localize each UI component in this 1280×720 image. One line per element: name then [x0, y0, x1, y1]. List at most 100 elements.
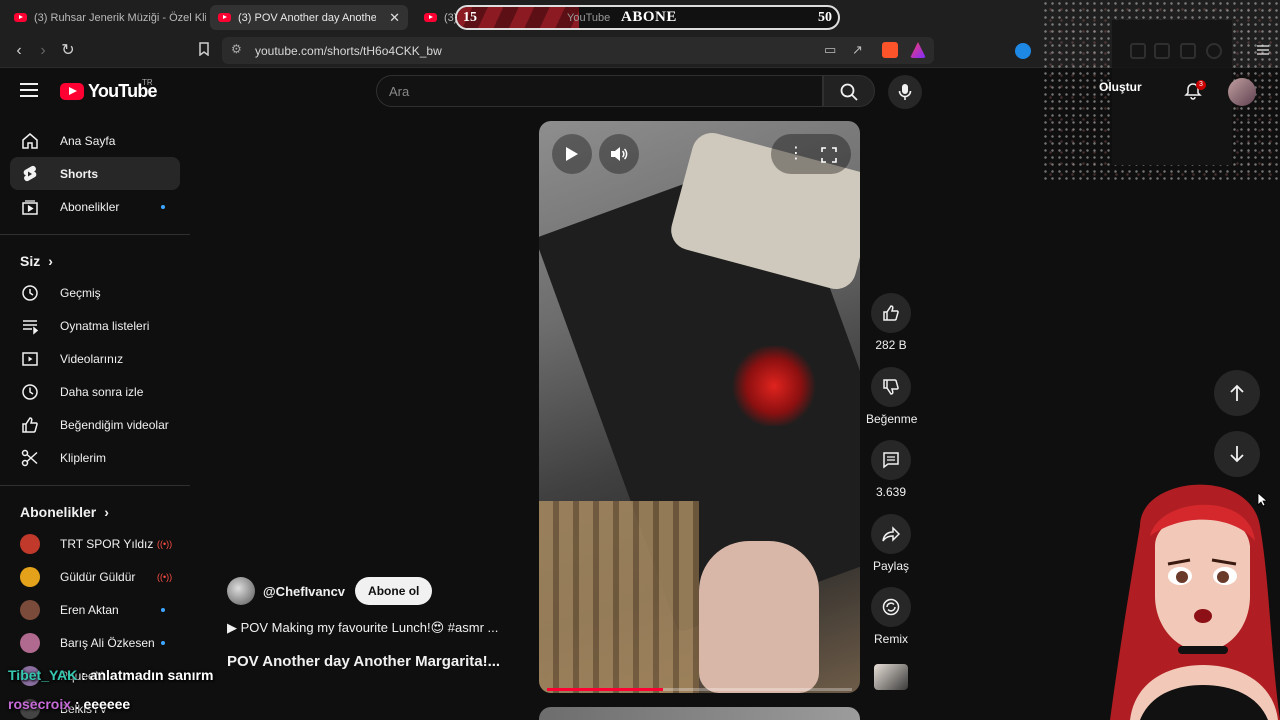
- sidebar-item-label: Kliplerim: [60, 450, 107, 465]
- sidebar-item-label: Daha sonra izle: [60, 384, 144, 399]
- sidebar-item-subscriptions[interactable]: Abonelikler: [10, 190, 180, 223]
- live-indicator-icon: ((•)): [157, 571, 173, 582]
- sidebar-item-playlists[interactable]: Oynatma listeleri: [10, 309, 180, 342]
- sidebar-item-clips[interactable]: Kliplerim: [10, 441, 180, 474]
- new-content-dot: [161, 607, 165, 612]
- brave-rewards-icon[interactable]: [910, 42, 926, 58]
- next-short-preview[interactable]: [539, 707, 860, 720]
- country-code: TR: [142, 78, 153, 87]
- fullscreen-icon[interactable]: [821, 147, 837, 163]
- back-icon[interactable]: ‹: [10, 42, 28, 60]
- share-page-icon[interactable]: ↗: [852, 42, 863, 58]
- sidebar-subscription-item[interactable]: Barış Ali Özkesen: [10, 626, 180, 659]
- watch-later-icon: [20, 382, 40, 402]
- chat-username: Tibet_YAK: [8, 667, 78, 683]
- more-options-icon[interactable]: ⋮: [788, 143, 804, 163]
- section-title: Siz: [20, 253, 41, 269]
- chat-message: rosecroix : eeeeee: [8, 696, 130, 712]
- sidebar-item-label: Oynatma listeleri: [60, 318, 150, 333]
- forward-icon[interactable]: ›: [34, 42, 52, 60]
- reload-icon[interactable]: ↻: [59, 42, 77, 60]
- browser-tab[interactable]: (3): [416, 5, 456, 30]
- extension-icon[interactable]: [1015, 43, 1031, 59]
- search-input[interactable]: [389, 84, 789, 99]
- create-button[interactable]: Oluştur: [1099, 80, 1142, 94]
- section-title: Abonelikler: [20, 504, 97, 520]
- guide-menu-icon[interactable]: [20, 83, 38, 97]
- share-button[interactable]: Paylaş: [866, 514, 916, 573]
- video-title[interactable]: POV Another day Another Margarita!...: [227, 653, 500, 670]
- channel-name[interactable]: @ChefIvancv: [263, 584, 345, 599]
- youtube-play-icon: [60, 83, 84, 100]
- volume-button[interactable]: [599, 134, 639, 174]
- bookmark-icon[interactable]: [195, 42, 213, 60]
- dislike-button[interactable]: Beğenme: [866, 367, 917, 426]
- site-settings-icon[interactable]: ⚙: [231, 42, 242, 56]
- youtube-logo[interactable]: YouTube TR: [60, 78, 158, 102]
- sidebar-item-label: Abonelikler: [60, 199, 120, 214]
- play-icon: [566, 147, 578, 161]
- subscribe-button[interactable]: Abone ol: [355, 577, 433, 605]
- brave-shield-icon[interactable]: [882, 42, 898, 58]
- player-options-group: ⋮: [771, 134, 851, 174]
- new-content-dot: [161, 640, 165, 645]
- thumbs-up-icon: [883, 305, 899, 321]
- like-button[interactable]: 282 B: [866, 293, 916, 352]
- tab-close-icon[interactable]: ✕: [389, 10, 400, 26]
- shorts-player[interactable]: ⋮: [539, 121, 860, 693]
- sidebar-item-liked-videos[interactable]: Beğendiğim videolar: [10, 408, 180, 441]
- video-frame-hand: [699, 541, 819, 693]
- sidebar-subscription-item[interactable]: Güldür Güldür ((•)): [10, 560, 180, 593]
- sidebar-item-shorts[interactable]: Shorts: [10, 157, 180, 190]
- search-button[interactable]: [823, 75, 875, 107]
- sidebar-item-label: Videolarınız: [60, 351, 124, 366]
- sidebar-subscription-item[interactable]: Eren Aktan: [10, 593, 180, 626]
- clips-icon: [20, 448, 40, 468]
- you-section-header[interactable]: Siz ›: [0, 246, 190, 276]
- search-icon: [840, 83, 858, 101]
- channel-avatar[interactable]: [227, 577, 255, 605]
- new-content-dot: [161, 204, 165, 209]
- sidebar-divider: [0, 234, 190, 235]
- video-progress-bar[interactable]: [547, 688, 852, 691]
- goal-target: 50: [818, 10, 832, 25]
- subscriptions-icon: [20, 197, 40, 217]
- like-count: 282 B: [875, 338, 907, 352]
- goal-current: 15: [463, 10, 477, 25]
- volume-icon: [611, 147, 628, 161]
- chat-message: Tibet_YAK : anlatmadın sanırm: [8, 667, 213, 683]
- remix-button[interactable]: Remix: [866, 587, 916, 646]
- voice-search-button[interactable]: [888, 75, 922, 109]
- sidebar-item-label: TRT SPOR Yıldız: [60, 536, 154, 551]
- goal-tab-text: YouTube: [567, 12, 611, 24]
- sidebar-item-home[interactable]: Ana Sayfa: [10, 124, 180, 157]
- address-bar[interactable]: ⚙ youtube.com/shorts/tH6o4CKK_bw ▭ ↗: [222, 37, 934, 64]
- thumbs-down-icon: [883, 379, 899, 395]
- browser-tab[interactable]: (3) Ruhsar Jenerik Müziği - Özel Klip: [6, 5, 206, 30]
- previous-short-button[interactable]: [1214, 370, 1260, 416]
- share-label: Paylaş: [872, 559, 910, 573]
- sidebar-item-your-videos[interactable]: Videolarınız: [10, 342, 180, 375]
- sidebar-item-label: Barış Ali Özkesen: [60, 635, 155, 650]
- sidebar-item-history[interactable]: Geçmiş: [10, 276, 180, 309]
- chat-text: : eeeeee: [71, 696, 131, 712]
- sidebar-item-watch-later[interactable]: Daha sonra izle: [10, 375, 180, 408]
- sound-thumbnail[interactable]: [866, 664, 916, 690]
- chevron-right-icon: ›: [48, 253, 53, 269]
- tab-title: (3) POV Another day Another Ma: [238, 11, 377, 24]
- sidebar-item-label: Eren Aktan: [60, 602, 119, 617]
- chat-text: : anlatmadın sanırm: [77, 667, 214, 683]
- arrow-up-icon: [1230, 384, 1244, 401]
- video-description[interactable]: ▶ POV Making my favourite Lunch!😍 #asmr …: [227, 620, 498, 636]
- share-icon: [882, 526, 900, 542]
- play-button[interactable]: [552, 134, 592, 174]
- browser-tab-active[interactable]: (3) POV Another day Another Ma ✕: [210, 5, 408, 30]
- channel-avatar: [20, 632, 40, 653]
- comments-button[interactable]: 3.639: [866, 440, 916, 499]
- subscriptions-section-header[interactable]: Abonelikler ›: [0, 497, 190, 527]
- youtube-favicon-icon: [424, 13, 437, 22]
- user-avatar[interactable]: [1228, 78, 1256, 106]
- cast-icon[interactable]: ▭: [824, 42, 836, 58]
- audio-thumbnail: [874, 664, 908, 690]
- sidebar-subscription-item[interactable]: TRT SPOR Yıldız ((•)): [10, 527, 180, 560]
